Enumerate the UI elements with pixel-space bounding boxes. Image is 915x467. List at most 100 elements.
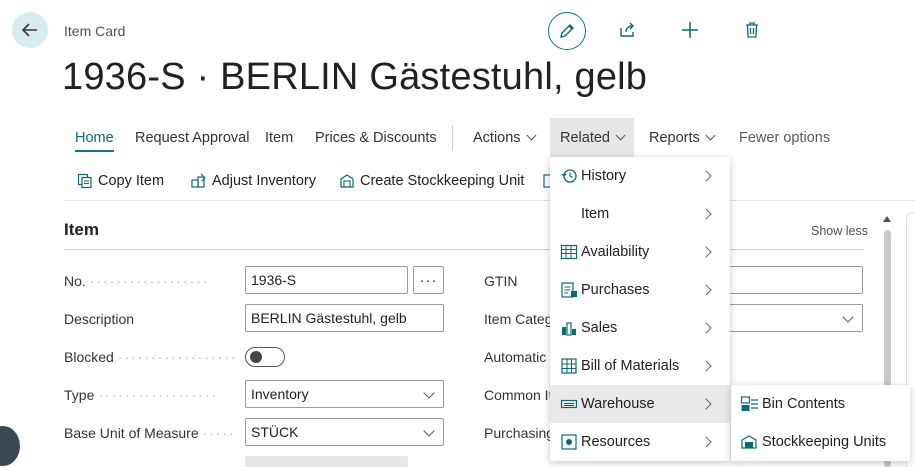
trash-icon	[746, 22, 758, 38]
warehouse-submenu: Bin Contents Stockkeeping Units	[731, 385, 910, 461]
stockkeeping-units-icon	[741, 435, 757, 449]
submenu-stockkeeping-units-label: Stockkeeping Units	[762, 434, 887, 450]
chevron-right-icon	[700, 284, 712, 296]
field-label-common-item: Common It	[484, 387, 553, 403]
type-select-value: Inventory	[251, 386, 309, 402]
share-icon	[620, 22, 634, 37]
menu-reports[interactable]: Reports	[649, 118, 716, 158]
chevron-down-icon	[615, 130, 626, 141]
blocked-toggle[interactable]	[245, 347, 285, 367]
scroll-up-arrow[interactable]	[883, 216, 891, 222]
new-button[interactable]	[678, 18, 702, 42]
menu-fewer-options[interactable]: Fewer options	[739, 118, 830, 158]
plus-icon	[682, 22, 698, 38]
related-menu-sales[interactable]: Sales	[550, 309, 730, 347]
field-label-type: Type ··················	[64, 387, 219, 403]
related-menu-bom-label: Bill of Materials	[581, 358, 680, 374]
related-menu-warehouse-label: Warehouse	[581, 396, 655, 412]
bin-contents-icon	[740, 396, 758, 411]
submenu-bin-contents[interactable]: Bin Contents	[731, 385, 910, 423]
adjust-inventory-button[interactable]: Adjust Inventory	[191, 164, 316, 198]
type-select[interactable]: Inventory	[245, 380, 444, 408]
chevron-right-icon	[700, 398, 712, 410]
menu-related-label: Related	[560, 130, 610, 146]
base-uom-select[interactable]: STÜCK	[245, 418, 444, 446]
back-arrow-icon	[21, 23, 37, 37]
field-label-item-category: Item Categ	[484, 311, 553, 327]
field-label-purchasing: Purchasing	[484, 425, 554, 441]
field-label-automatic: Automatic	[484, 349, 547, 365]
submenu-stockkeeping-units[interactable]: Stockkeeping Units	[731, 423, 910, 461]
chevron-right-icon	[700, 322, 712, 334]
fasttab-title[interactable]: Item	[64, 220, 99, 240]
menu-item[interactable]: Item	[265, 118, 293, 158]
related-menu-purchases[interactable]: Purchases	[550, 271, 730, 309]
toggle-knob	[250, 351, 262, 363]
related-menu-history-label: History	[581, 168, 627, 184]
create-sku-button[interactable]: Create Stockkeeping Unit	[339, 164, 524, 198]
back-button[interactable]	[12, 12, 48, 48]
field-label-base-uom: Base Unit of Measure ······	[64, 425, 236, 441]
related-dropdown-menu: History Item Availability Purchases Sale…	[550, 157, 730, 461]
menu-actions[interactable]: Actions	[473, 118, 537, 158]
related-menu-availability-label: Availability	[581, 244, 650, 260]
chevron-right-icon	[700, 246, 712, 258]
item-no-lookup-button[interactable]: ···	[413, 266, 444, 294]
promoted-actions-bar: Copy Item Adjust Inventory Create Stockk…	[64, 164, 915, 198]
action-menu-bar: Home Request Approval Item Prices & Disc…	[64, 118, 915, 158]
field-label-gtin: GTIN	[484, 273, 518, 289]
delete-button[interactable]	[740, 18, 764, 42]
field-label-description: Description	[64, 311, 135, 327]
share-button[interactable]	[616, 18, 640, 42]
last-date-modified-input	[245, 456, 408, 467]
create-sku-icon	[340, 174, 354, 188]
related-menu-history[interactable]: History	[550, 157, 730, 195]
edit-pencil-icon	[560, 24, 574, 38]
adjust-inventory-icon	[191, 173, 206, 188]
page-caption: Item Card	[64, 23, 126, 39]
related-menu-bill-of-materials[interactable]: Bill of Materials	[550, 347, 730, 385]
chevron-right-icon	[700, 360, 712, 372]
chevron-down-icon	[423, 387, 435, 399]
fasttab-divider	[64, 249, 864, 250]
page-title: 1936-S · BERLIN Gästestuhl, gelb	[62, 56, 648, 98]
item-no-input[interactable]: 1936-S	[245, 266, 408, 294]
field-label-blocked: Blocked ··················	[64, 349, 236, 365]
chevron-down-icon	[842, 311, 854, 323]
related-menu-purchases-label: Purchases	[581, 282, 650, 298]
copy-item-icon	[77, 173, 92, 189]
menu-actions-label: Actions	[473, 130, 521, 146]
menu-related[interactable]: Related	[550, 118, 634, 158]
menu-prices-discounts[interactable]: Prices & Discounts	[315, 118, 437, 158]
chevron-right-icon	[700, 170, 712, 182]
history-icon	[561, 169, 577, 183]
related-menu-resources[interactable]: Resources	[550, 423, 730, 461]
adjust-inventory-label: Adjust Inventory	[212, 173, 316, 189]
chevron-down-icon	[705, 130, 716, 141]
warehouse-icon	[560, 399, 578, 409]
base-uom-select-value: STÜCK	[251, 424, 299, 440]
show-less-link[interactable]: Show less	[811, 224, 868, 238]
menu-home[interactable]: Home	[75, 118, 114, 158]
assistant-button[interactable]	[0, 426, 20, 466]
purchases-icon	[561, 282, 577, 298]
chevron-down-icon	[423, 425, 435, 437]
related-menu-item-label: Item	[581, 206, 610, 222]
sales-icon	[562, 322, 576, 336]
related-menu-resources-label: Resources	[581, 434, 651, 450]
description-input[interactable]: BERLIN Gästestuhl, gelb	[245, 304, 444, 332]
related-menu-item[interactable]: Item	[550, 195, 730, 233]
submenu-bin-contents-label: Bin Contents	[762, 396, 846, 412]
copy-item-button[interactable]: Copy Item	[77, 164, 164, 198]
availability-icon	[560, 244, 578, 260]
resources-icon	[561, 434, 577, 450]
related-menu-warehouse[interactable]: Warehouse	[550, 385, 730, 423]
menu-request-approval[interactable]: Request Approval	[135, 118, 249, 158]
chevron-down-icon	[526, 130, 537, 141]
menu-reports-label: Reports	[649, 130, 700, 146]
related-menu-availability[interactable]: Availability	[550, 233, 730, 271]
field-label-type-text: Type	[64, 387, 95, 403]
bill-of-materials-icon	[561, 358, 577, 374]
edit-button[interactable]	[548, 12, 586, 50]
chevron-right-icon	[700, 208, 712, 220]
